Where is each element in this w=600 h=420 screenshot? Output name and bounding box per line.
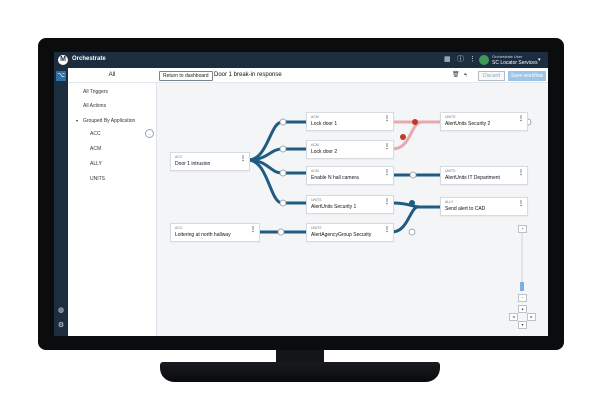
node-send-alert-to-cad[interactable]: ALLY Send alert to CAD ⋮: [440, 197, 528, 216]
link-error-marker: [412, 119, 418, 125]
kebab-menu-icon[interactable]: ⋮: [384, 116, 390, 123]
node-lock-door-1[interactable]: ACM Lock door 1 ⋮: [306, 112, 394, 131]
node-loitering-at-north-hallway[interactable]: ACC Loitering at north hallway ⋮: [170, 223, 260, 242]
node-type: ACM: [311, 115, 319, 119]
link-agency-cad: [390, 205, 420, 234]
node-label: Lock door 1: [311, 121, 338, 127]
node-label: AlertUnits IT Department: [445, 175, 500, 181]
zoom-level-fill: [520, 282, 524, 291]
pan-left-button[interactable]: ◂: [509, 313, 518, 321]
node-type: UNITS: [311, 198, 322, 202]
node-type: ACM: [311, 143, 319, 147]
link-handle: [409, 171, 417, 179]
pan-up-button[interactable]: ▴: [518, 305, 527, 313]
link-trigger-security1: [246, 158, 308, 205]
node-alertunits-security-2[interactable]: UNITS AlertUnits Security 2 ⋮: [440, 112, 528, 131]
link-handle: [279, 169, 287, 177]
node-type: UNITS: [311, 226, 322, 230]
kebab-menu-icon[interactable]: ⋮: [240, 156, 246, 163]
node-alertunits-security-1[interactable]: UNITS AlertUnits Security 1 ⋮: [306, 195, 394, 214]
zoom-out-button[interactable]: −: [518, 294, 527, 302]
pan-right-button[interactable]: ▸: [527, 313, 536, 321]
zoom-track[interactable]: [520, 233, 524, 291]
link-handle: [408, 228, 416, 236]
node-alertunits-it-department[interactable]: UNITS AlertUnits IT Department ⋮: [440, 166, 528, 185]
link-trigger-lock1: [246, 120, 308, 162]
node-type: ACC: [175, 155, 183, 159]
kebab-menu-icon[interactable]: ⋮: [518, 116, 524, 123]
link-active-marker: [409, 200, 415, 206]
node-type: ACM: [311, 169, 319, 173]
node-type: UNITS: [445, 115, 456, 119]
link-handle: [279, 118, 287, 126]
zoom-in-button[interactable]: +: [518, 225, 527, 233]
node-label: Enable N hall camera: [311, 175, 359, 181]
kebab-menu-icon[interactable]: ⋮: [518, 170, 524, 177]
kebab-menu-icon[interactable]: ⋮: [384, 144, 390, 151]
kebab-menu-icon[interactable]: ⋮: [250, 227, 256, 234]
node-lock-door-2[interactable]: ACM Lock door 2 ⋮: [306, 140, 394, 159]
link-lock2-security2: [390, 120, 424, 151]
kebab-menu-icon[interactable]: ⋮: [384, 199, 390, 206]
node-label: AlertUnits Security 1: [311, 204, 357, 210]
kebab-menu-icon[interactable]: ⋮: [384, 170, 390, 177]
node-type: ACC: [175, 226, 183, 230]
kebab-menu-icon[interactable]: ⋮: [518, 201, 524, 208]
node-door-1-intrusion[interactable]: ACC Door 1 intrusion ⋮: [170, 152, 250, 171]
node-label: Door 1 intrusion: [175, 161, 211, 167]
node-alertagencygroup-security[interactable]: UNITS AlertAgencyGroup Security ⋮: [306, 223, 394, 242]
node-enable-n-hall-camera[interactable]: ACM Enable N hall camera ⋮: [306, 166, 394, 185]
pan-down-button[interactable]: ▾: [518, 321, 527, 329]
link-trigger-lock2: [246, 147, 308, 162]
link-handle: [277, 228, 285, 236]
node-label: Lock door 2: [311, 149, 338, 155]
node-label: Loitering at north hallway: [175, 232, 231, 238]
kebab-menu-icon[interactable]: ⋮: [384, 227, 390, 234]
node-label: AlertUnits Security 2: [445, 121, 491, 127]
link-handle: [279, 145, 287, 153]
link-handle: [279, 199, 287, 207]
node-type: ALLY: [445, 200, 454, 204]
link-error-marker: [400, 134, 406, 140]
node-label: Send alert to CAD: [445, 206, 486, 212]
node-label: AlertAgencyGroup Security: [311, 232, 372, 238]
node-type: UNITS: [445, 169, 456, 173]
